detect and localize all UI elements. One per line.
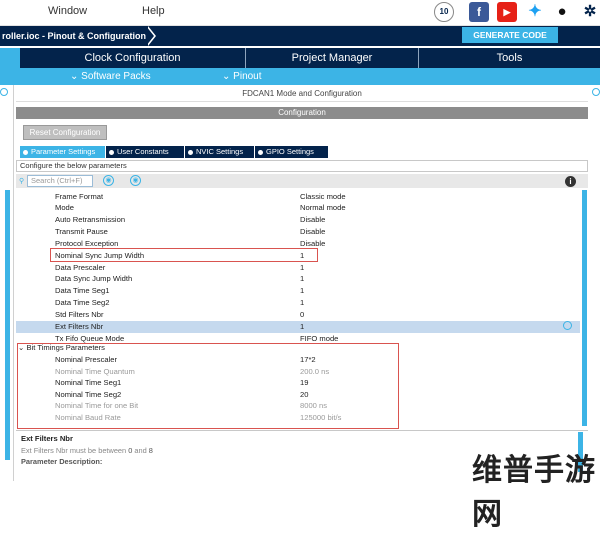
parameter-value[interactable]: 1 — [300, 321, 304, 333]
menu-window[interactable]: Window — [48, 5, 87, 17]
search-next-icon[interactable]: ◉ — [130, 175, 141, 186]
parameter-row[interactable]: Data Time Seg1 1 — [16, 285, 580, 297]
search-row — [16, 174, 588, 188]
info-icon[interactable]: i — [565, 176, 576, 187]
parameter-label: Data Time Seg1 — [55, 286, 110, 296]
parameter-label: Frame Format — [55, 191, 104, 201]
radio-dot-icon — [188, 149, 193, 155]
parameter-value[interactable]: Disable — [300, 214, 325, 226]
tab-user-constants[interactable]: User Constants — [106, 146, 185, 158]
tab-project-manager[interactable]: Project Manager — [246, 48, 418, 68]
parameter-row[interactable]: Auto Retransmission Disable — [16, 214, 580, 226]
parameter-label: Data Time Seg2 — [55, 298, 110, 308]
gear-icon[interactable] — [0, 88, 8, 96]
parameter-value[interactable]: 1 — [300, 297, 304, 309]
parameter-label: Transmit Pause — [55, 227, 108, 237]
parameter-label: Data Prescaler — [55, 262, 106, 272]
reset-configuration-button[interactable]: Reset Configuration — [23, 125, 107, 140]
tab-parameter-settings-label: Parameter Settings — [31, 147, 96, 156]
tab-user-constants-label: User Constants — [117, 147, 169, 156]
description-text: Ext Filters Nbr must be between 0 and 8 — [21, 446, 153, 455]
mode-header: FDCAN1 Mode and Configuration — [16, 86, 588, 102]
parameter-row[interactable]: Mode Normal mode — [16, 202, 580, 214]
tab-parameter-settings[interactable]: Parameter Settings — [20, 146, 106, 158]
st-10-badge-icon[interactable]: 10 — [434, 2, 454, 22]
breadcrumb[interactable]: roller.ioc - Pinout & Configuration — [0, 26, 150, 46]
parameter-scrollbar[interactable] — [582, 190, 587, 426]
parameter-row[interactable]: Std Filters Nbr 0 — [16, 309, 580, 321]
parameter-label: Mode — [55, 203, 74, 213]
description-max: 8 — [148, 446, 153, 455]
parameter-value[interactable]: Normal mode — [300, 202, 346, 214]
tab-nvic-settings[interactable]: NVIC Settings — [185, 146, 255, 158]
right-panel-edge — [590, 85, 600, 481]
github-icon[interactable]: ● — [552, 2, 572, 22]
tab-pinout-edge[interactable] — [0, 48, 20, 68]
parameter-row[interactable]: Transmit Pause Disable — [16, 226, 580, 238]
parameter-value[interactable]: 1 — [300, 273, 304, 285]
radio-dot-icon — [258, 149, 263, 155]
tab-nvic-settings-label: NVIC Settings — [196, 147, 244, 156]
watermark: 维普手游网 — [472, 453, 596, 532]
description-and: and — [132, 446, 149, 455]
parameter-value[interactable]: Disable — [300, 226, 325, 238]
generate-code-button[interactable]: GENERATE CODE — [462, 27, 558, 43]
breadcrumb-arrow — [146, 26, 154, 46]
configuration-header: Configuration — [16, 107, 588, 119]
parameter-row[interactable]: Frame Format Classic mode — [16, 191, 580, 203]
subtab-software-packs[interactable]: ⌄ Software Packs — [70, 68, 151, 85]
parameter-label: Data Sync Jump Width — [55, 274, 133, 284]
facebook-icon[interactable]: f — [469, 2, 489, 22]
parameter-label: Auto Retransmission — [55, 215, 126, 225]
parameter-value[interactable]: 1 — [300, 262, 304, 274]
configure-label: Configure the below parameters — [16, 160, 588, 172]
twitter-icon[interactable]: ✦ — [525, 2, 545, 22]
parameter-label: Ext Filters Nbr — [55, 321, 104, 331]
subtab-pinout-label: Pinout — [233, 71, 262, 82]
search-input[interactable]: Search (Ctrl+F) — [27, 175, 93, 187]
parameter-value[interactable]: 0 — [300, 309, 304, 321]
description-label: Parameter Description: — [21, 457, 103, 466]
tab-gpio-settings[interactable]: GPIO Settings — [255, 146, 329, 158]
parameter-value[interactable]: 1 — [300, 285, 304, 297]
radio-dot-icon — [23, 149, 28, 155]
subtab-software-packs-label: Software Packs — [81, 71, 151, 82]
highlight-box-sync-jump — [50, 248, 318, 262]
gear-icon[interactable] — [563, 321, 572, 330]
parameter-row[interactable]: Data Prescaler 1 — [16, 262, 580, 274]
parameter-label: Std Filters Nbr — [55, 310, 104, 319]
parameter-row[interactable]: Data Sync Jump Width 1 — [16, 273, 580, 285]
tab-clock-configuration[interactable]: Clock Configuration — [20, 48, 245, 68]
tab-gpio-settings-label: GPIO Settings — [266, 147, 314, 156]
gear-icon[interactable] — [592, 88, 600, 96]
description-text-prefix: Ext Filters Nbr must be between — [21, 446, 129, 455]
search-previous-icon[interactable]: ◉ — [103, 175, 114, 186]
radio-dot-icon — [109, 149, 114, 155]
parameter-value[interactable]: Classic mode — [300, 191, 346, 203]
parameter-row[interactable]: Data Time Seg2 1 — [16, 297, 580, 309]
description-title: Ext Filters Nbr — [21, 434, 73, 443]
network-icon[interactable]: ✲ — [580, 2, 600, 22]
search-icon: ⚲ — [19, 178, 25, 185]
tab-tools[interactable]: Tools — [419, 48, 600, 68]
menu-help[interactable]: Help — [142, 5, 165, 17]
highlight-box-bit-timings — [17, 343, 399, 429]
parameter-row[interactable]: Ext Filters Nbr 1 — [16, 320, 580, 333]
youtube-icon[interactable]: ▶ — [497, 2, 517, 22]
left-scrollbar[interactable] — [5, 190, 10, 460]
subtab-pinout[interactable]: ⌄ Pinout — [222, 68, 262, 85]
